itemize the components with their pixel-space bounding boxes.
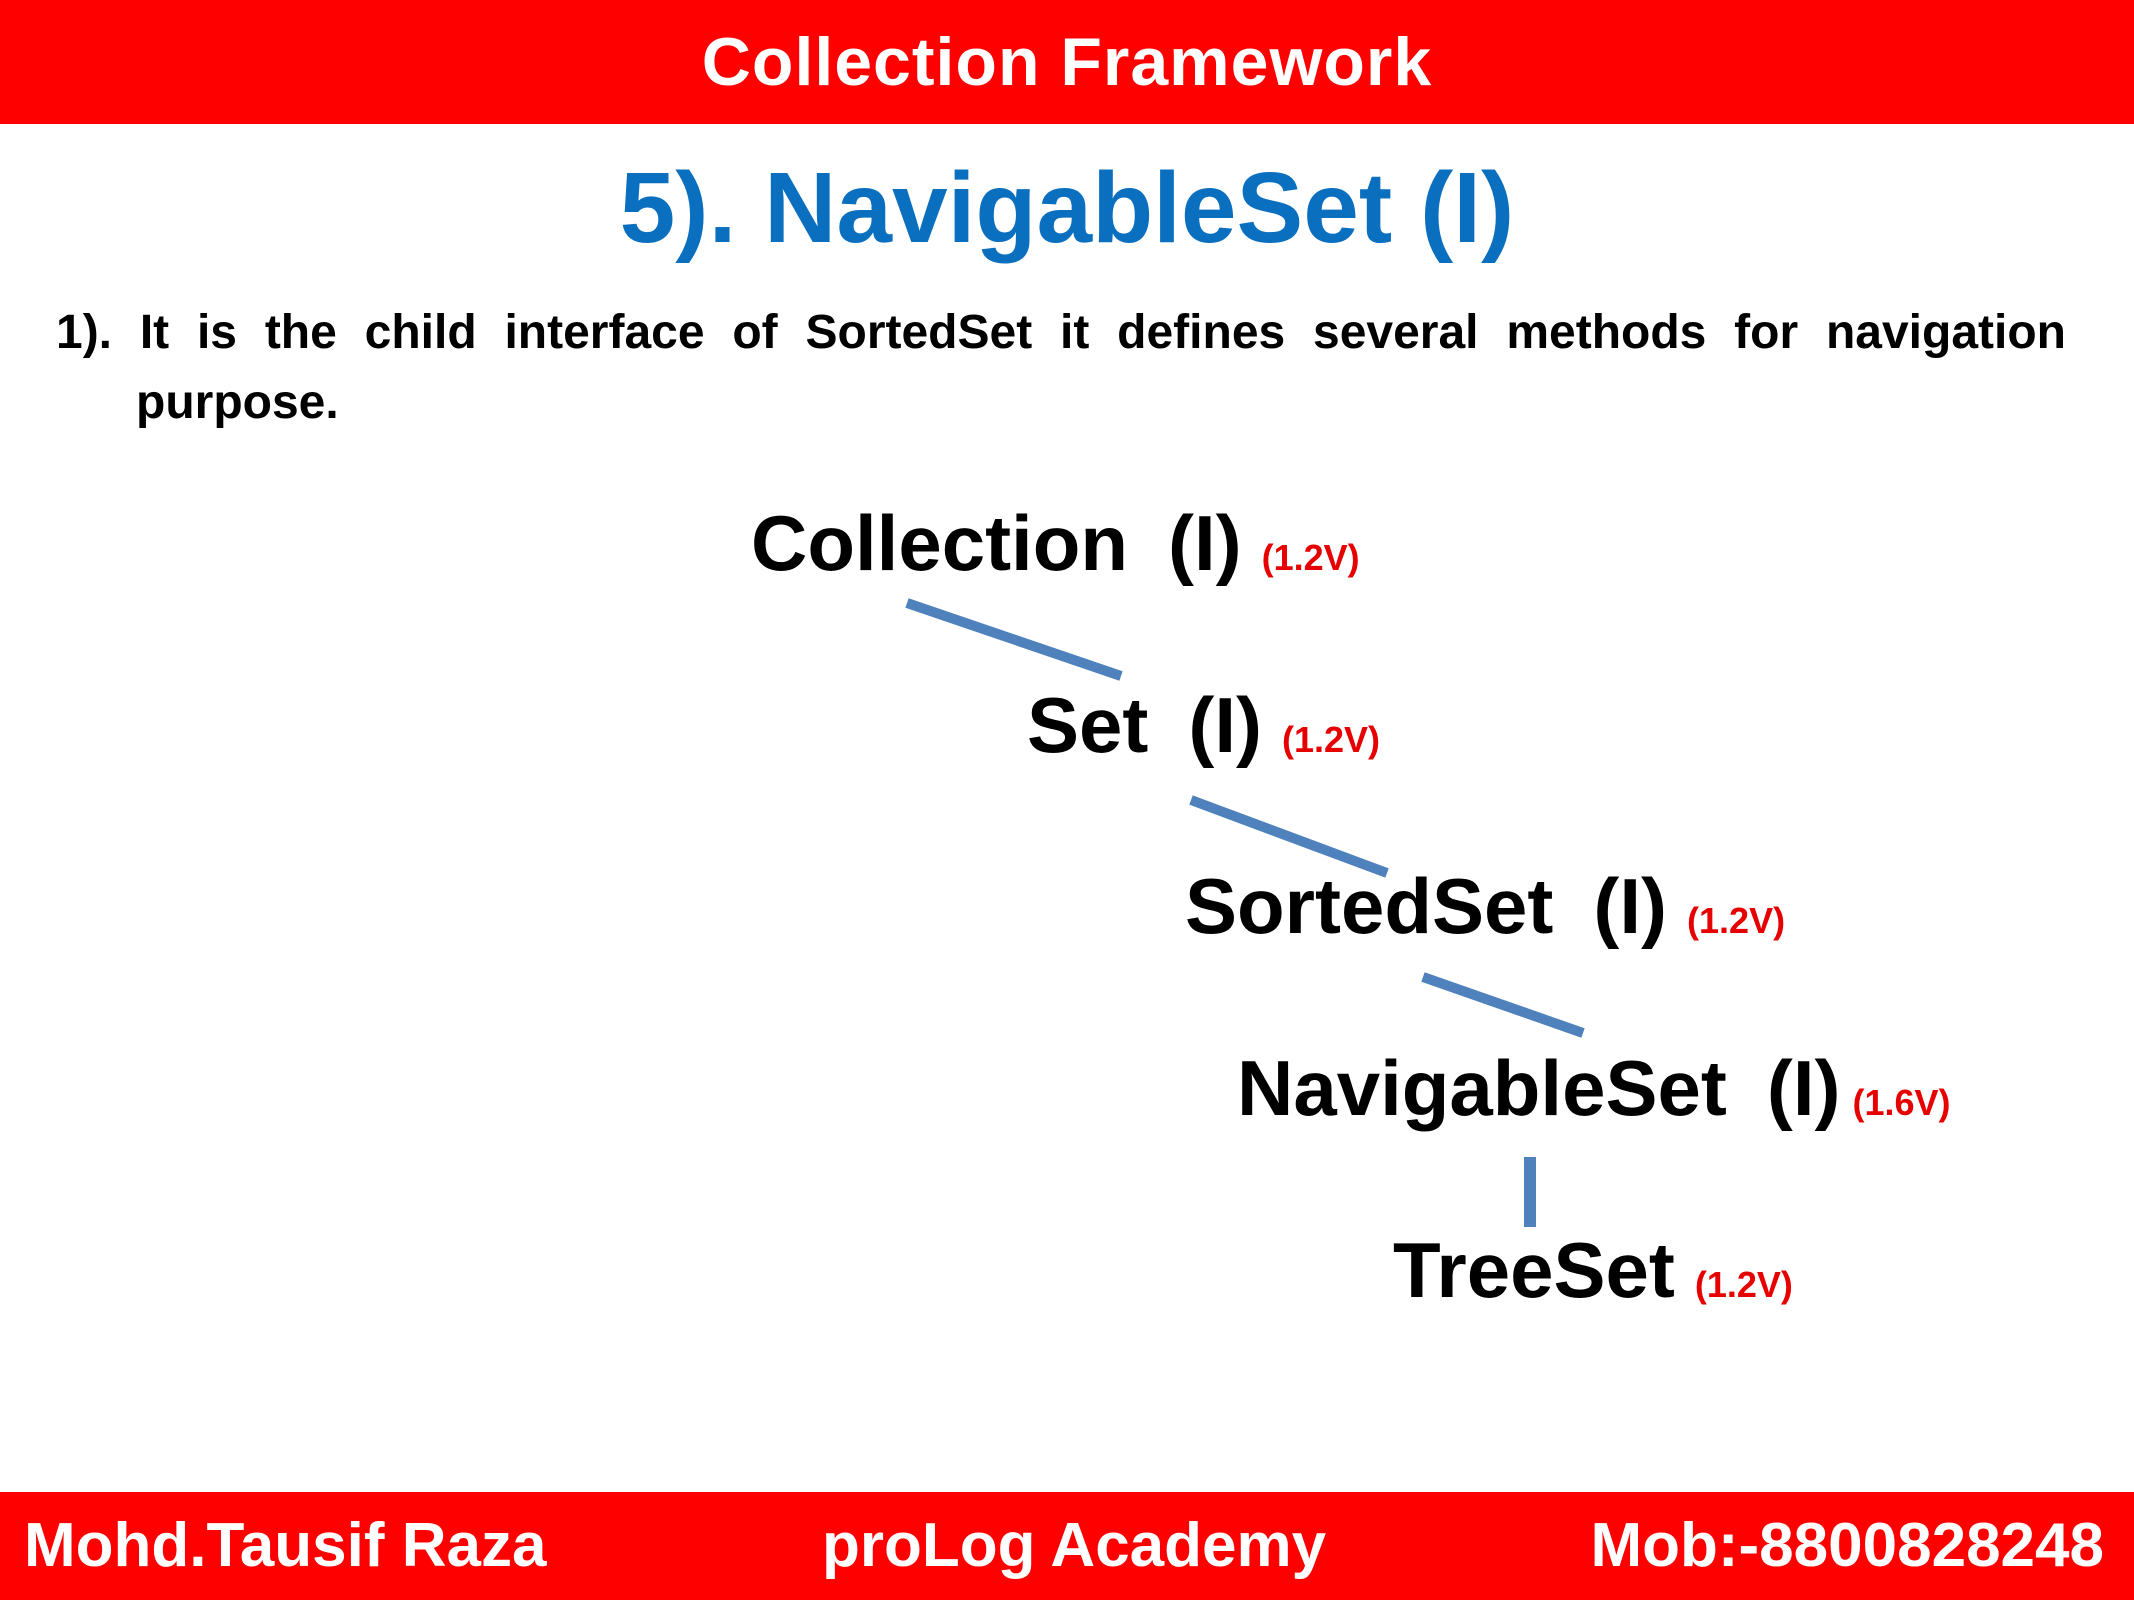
version-label: (1.2V) xyxy=(1282,719,1381,760)
node-sortedset: SortedSet (I) (1.2V) xyxy=(1185,861,1785,952)
node-name: SortedSet xyxy=(1185,862,1554,950)
connector-collection-set xyxy=(905,598,1123,681)
node-type: (I) xyxy=(1188,681,1263,769)
version-label: (1.6V) xyxy=(1852,1082,1951,1123)
version-label: (1.2V) xyxy=(1261,537,1360,578)
node-collection: Collection (I) (1.2V) xyxy=(751,498,1360,589)
hierarchy-connectors xyxy=(905,598,1585,1227)
footer-author: Mohd.Tausif Raza xyxy=(24,1511,547,1580)
node-navigableset: NavigableSet (I) (1.6V) xyxy=(1237,1043,1951,1134)
node-type: (I) xyxy=(1593,862,1668,950)
node-name: NavigableSet xyxy=(1237,1044,1727,1132)
node-name: Collection xyxy=(751,499,1129,587)
footer-mobile: Mob:-8800828248 xyxy=(1590,1511,2105,1580)
connector-sortedset-navigableset xyxy=(1421,972,1585,1038)
node-name: Set xyxy=(1027,681,1149,769)
version-label: (1.2V) xyxy=(1687,900,1786,941)
node-type: (I) xyxy=(1766,1044,1841,1132)
node-set: Set (I) (1.2V) xyxy=(1027,680,1380,771)
version-label: (1.2V) xyxy=(1694,1264,1793,1305)
node-name: TreeSet xyxy=(1393,1226,1675,1314)
footer-banner: Mohd.Tausif Raza proLog Academy Mob:-880… xyxy=(0,1492,2134,1600)
footer-academy: proLog Academy xyxy=(822,1511,1327,1580)
node-treeset: TreeSet (1.2V) xyxy=(1393,1225,1793,1316)
node-type: (I) xyxy=(1168,499,1242,587)
